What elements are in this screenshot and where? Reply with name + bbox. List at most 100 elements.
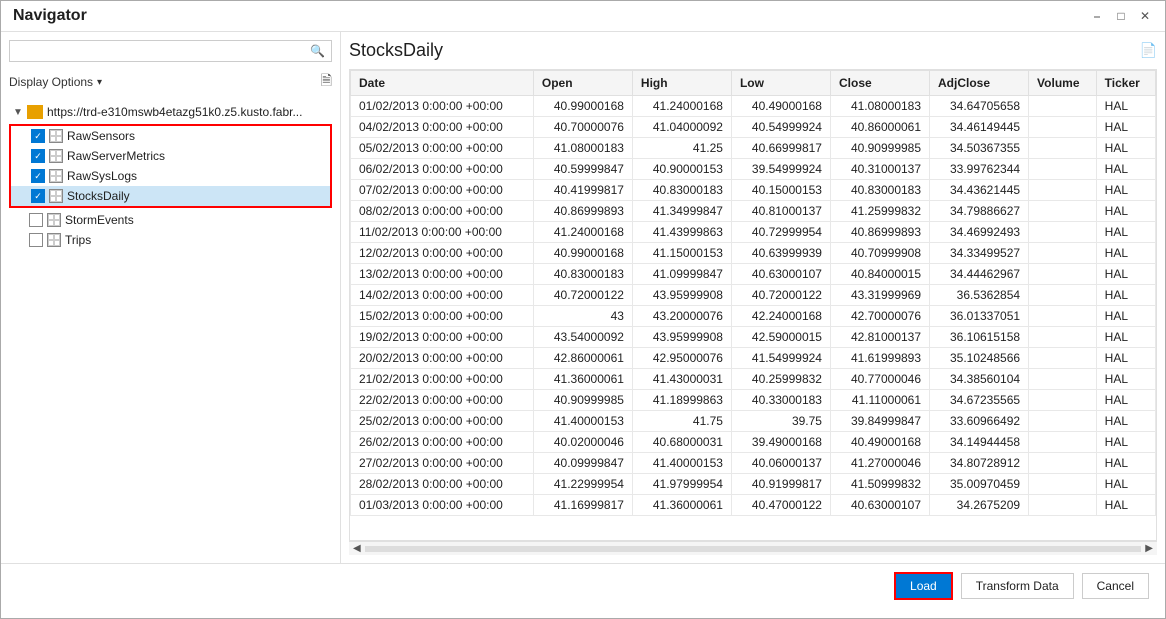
table-row: 01/02/2013 0:00:00 +00:0040.9900016841.2… [351,96,1156,117]
table-cell: 40.41999817 [533,180,632,201]
table-cell: 40.77000046 [830,369,929,390]
horizontal-scrollbar[interactable]: ◀ ▶ [349,541,1157,555]
minimize-button[interactable]: ⎯ [1089,8,1105,24]
table-cell: 41.09999847 [632,264,731,285]
table-icon-RawSensors [49,129,63,143]
table-cell: 39.84999847 [830,411,929,432]
table-cell: 12/02/2013 0:00:00 +00:00 [351,243,534,264]
refresh-icon[interactable]: 🗎 [321,70,332,94]
table-row: 28/02/2013 0:00:00 +00:0041.2299995441.9… [351,474,1156,495]
table-cell: HAL [1096,243,1155,264]
maximize-button[interactable]: □ [1113,8,1129,24]
table-cell: HAL [1096,201,1155,222]
connection-item[interactable]: ▼ https://trd-e310mswb4etazg51k0.z5.kust… [9,102,332,122]
transform-data-button[interactable]: Transform Data [961,573,1074,599]
table-cell: 35.00970459 [930,474,1029,495]
table-row: 08/02/2013 0:00:00 +00:0040.8699989341.3… [351,201,1156,222]
load-button[interactable]: Load [894,572,953,600]
table-cell [1029,495,1097,516]
checkbox-Trips[interactable] [29,233,43,247]
table-cell: HAL [1096,96,1155,117]
export-icon[interactable]: 📄 [1140,42,1157,59]
panel-title: StocksDaily [349,40,443,61]
table-cell: 40.49000168 [731,96,830,117]
table-cell: 19/02/2013 0:00:00 +00:00 [351,327,534,348]
table-cell: 41.25999832 [830,201,929,222]
table-cell: 34.14944458 [930,432,1029,453]
col-high: High [632,71,731,96]
close-button[interactable]: ✕ [1137,8,1153,24]
data-table-wrapper[interactable]: Date Open High Low Close AdjClose Volume… [349,69,1157,541]
table-cell: 41.34999847 [632,201,731,222]
table-row: 22/02/2013 0:00:00 +00:0040.9099998541.1… [351,390,1156,411]
table-cell: 33.99762344 [930,159,1029,180]
table-cell: 40.72999954 [731,222,830,243]
search-box[interactable]: 🔍 [9,40,332,62]
table-cell: 41.43999863 [632,222,731,243]
search-input[interactable] [16,44,310,58]
search-icon: 🔍 [310,44,325,58]
table-cell: 34.80728912 [930,453,1029,474]
table-cell: 40.59999847 [533,159,632,180]
table-cell: 40.15000153 [731,180,830,201]
table-cell: 34.38560104 [930,369,1029,390]
table-cell: 41.25 [632,138,731,159]
table-cell: 13/02/2013 0:00:00 +00:00 [351,264,534,285]
data-table: Date Open High Low Close AdjClose Volume… [350,70,1156,516]
table-cell: 34.43621445 [930,180,1029,201]
table-cell: 40.54999924 [731,117,830,138]
table-cell: 42.95000076 [632,348,731,369]
table-cell: 41.08000183 [533,138,632,159]
right-panel: StocksDaily 📄 Date Open High Low Close A… [341,32,1165,563]
tree-item-Trips[interactable]: Trips [9,230,332,250]
table-cell: 41.22999954 [533,474,632,495]
table-cell: 40.06000137 [731,453,830,474]
table-cell: 40.83000183 [830,180,929,201]
connection-label: https://trd-e310mswb4etazg51k0.z5.kusto.… [47,105,302,119]
table-row: 06/02/2013 0:00:00 +00:0040.5999984740.9… [351,159,1156,180]
scroll-right-arrow[interactable]: ▶ [1145,543,1153,554]
left-panel: 🔍 Display Options ▾ 🗎 ▼ https://trd-e310… [1,32,341,563]
table-cell: 40.72000122 [533,285,632,306]
table-cell [1029,348,1097,369]
tree-container: ▼ https://trd-e310mswb4etazg51k0.z5.kust… [9,102,332,555]
table-cell [1029,369,1097,390]
scroll-track[interactable] [365,546,1142,552]
table-cell: 43.31999969 [830,285,929,306]
tree-item-StormEvents[interactable]: StormEvents [9,210,332,230]
display-options-label[interactable]: Display Options ▾ [9,75,102,89]
table-cell [1029,96,1097,117]
tree-item-RawSysLogs[interactable]: RawSysLogs [11,166,330,186]
table-cell: 41.40000153 [533,411,632,432]
tree-item-RawSensors[interactable]: RawSensors [11,126,330,146]
table-cell: HAL [1096,222,1155,243]
bottom-bar: Load Transform Data Cancel [1,563,1165,607]
scroll-left-arrow[interactable]: ◀ [353,543,361,554]
tree-item-StocksDaily[interactable]: StocksDaily [11,186,330,206]
cancel-button[interactable]: Cancel [1082,573,1149,599]
table-cell: 41.08000183 [830,96,929,117]
col-close: Close [830,71,929,96]
table-cell: 40.31000137 [830,159,929,180]
table-cell: 40.02000046 [533,432,632,453]
table-cell: 36.10615158 [930,327,1029,348]
table-cell: 11/02/2013 0:00:00 +00:00 [351,222,534,243]
table-cell [1029,432,1097,453]
table-cell: 40.68000031 [632,432,731,453]
selected-group: RawSensors RawServerMetrics [9,124,332,208]
table-row: 27/02/2013 0:00:00 +00:0040.0999984741.4… [351,453,1156,474]
table-cell [1029,285,1097,306]
checkbox-RawServerMetrics[interactable] [31,149,45,163]
checkbox-StocksDaily[interactable] [31,189,45,203]
table-row: 12/02/2013 0:00:00 +00:0040.9900016841.1… [351,243,1156,264]
checkbox-StormEvents[interactable] [29,213,43,227]
table-cell: 15/02/2013 0:00:00 +00:00 [351,306,534,327]
checkbox-RawSensors[interactable] [31,129,45,143]
tree-item-RawServerMetrics[interactable]: RawServerMetrics [11,146,330,166]
checkbox-RawSysLogs[interactable] [31,169,45,183]
table-cell: 34.46149445 [930,117,1029,138]
table-cell: 41.75 [632,411,731,432]
label-StocksDaily: StocksDaily [67,189,130,203]
panel-title-row: StocksDaily 📄 [349,40,1157,61]
table-cell [1029,222,1097,243]
